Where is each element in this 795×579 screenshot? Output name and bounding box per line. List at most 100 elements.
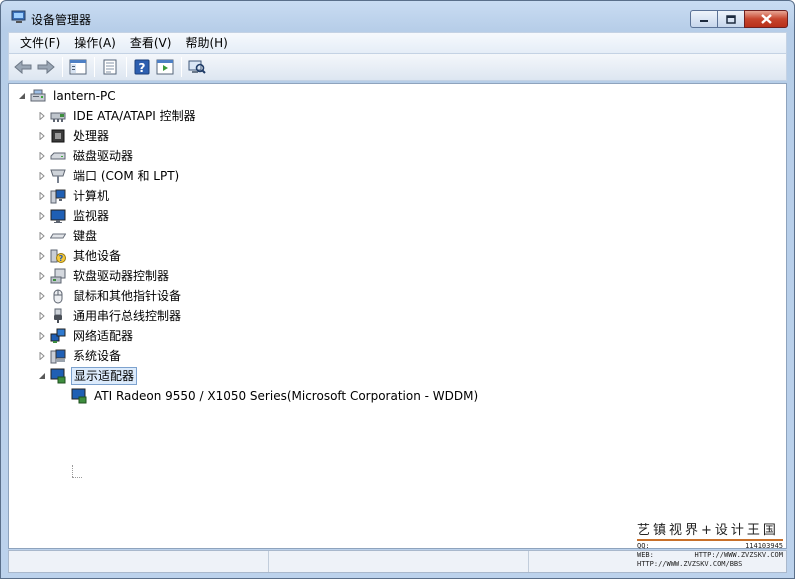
computer-icon: [50, 188, 66, 204]
tree-category[interactable]: IDE ATA/ATAPI 控制器: [37, 106, 198, 126]
tree-category[interactable]: 磁盘驱动器: [37, 146, 135, 166]
expand-arrow-icon[interactable]: [37, 231, 47, 241]
show-hide-console-tree-icon: [69, 59, 87, 75]
category-label: 磁盘驱动器: [73, 149, 134, 163]
expand-arrow-icon[interactable]: [37, 131, 47, 141]
watermark-qq-label: QQ:: [637, 542, 650, 550]
watermark-title: 艺镇视界+设计王国: [637, 523, 779, 538]
window-title: 设备管理器: [31, 13, 92, 27]
watermark-divider: [637, 539, 783, 541]
toolbar-separator: [126, 57, 127, 77]
back-button[interactable]: [12, 56, 34, 78]
menu-action[interactable]: 操作(A): [67, 33, 123, 53]
collapse-arrow-icon[interactable]: [17, 91, 27, 101]
tree-category[interactable]: ? 其他设备: [37, 246, 123, 266]
maximize-button[interactable]: [717, 10, 744, 28]
device-tree[interactable]: lantern-PC IDE ATA/ATAPI 控制器 处理器 磁盘驱动器 端…: [8, 83, 787, 549]
port-icon: [50, 168, 66, 184]
minimize-icon: [700, 20, 708, 22]
minimize-button[interactable]: [690, 10, 717, 28]
watermark-bbs-row: HTTP://WWW.ZVZSKV.COM/BBS: [637, 560, 783, 569]
forward-button[interactable]: [35, 56, 57, 78]
usb-icon: [50, 308, 66, 324]
title-bar[interactable]: 设备管理器: [1, 1, 794, 33]
svg-text:?: ?: [59, 254, 64, 263]
scan-hardware-button[interactable]: [186, 56, 208, 78]
help-button[interactable]: ?: [131, 56, 153, 78]
floppy-controller-icon: [50, 268, 66, 284]
device-manager-app-icon[interactable]: [11, 10, 27, 24]
expand-arrow-icon[interactable]: [37, 191, 47, 201]
tree-category[interactable]: 软盘驱动器控制器: [37, 266, 171, 286]
caption-buttons: [690, 10, 788, 28]
category-label: 键盘: [73, 229, 98, 243]
tree-category[interactable]: 系统设备: [37, 346, 123, 366]
category-label: 鼠标和其他指针设备: [73, 289, 182, 303]
properties-icon: [103, 59, 117, 75]
tree-connector-line: [72, 465, 73, 477]
tree-category-expanded[interactable]: 显示适配器: [37, 366, 138, 386]
action-pane-icon: [156, 59, 174, 75]
action-pane-button[interactable]: [154, 56, 176, 78]
ide-controller-icon: [50, 108, 66, 124]
tree-category[interactable]: 网络适配器: [37, 326, 135, 346]
menu-view[interactable]: 查看(V): [123, 33, 179, 53]
tree-category[interactable]: 鼠标和其他指针设备: [37, 286, 183, 306]
expand-arrow-icon[interactable]: [37, 151, 47, 161]
expand-arrow-icon[interactable]: [37, 291, 47, 301]
expand-arrow-icon[interactable]: [37, 271, 47, 281]
category-label: 通用串行总线控制器: [73, 309, 182, 323]
tree-device[interactable]: ATI Radeon 9550 / X1050 Series(Microsoft…: [71, 386, 480, 406]
display-adapter-icon: [50, 368, 66, 384]
toolbar-separator: [94, 57, 95, 77]
processor-icon: [50, 128, 66, 144]
category-label: 计算机: [73, 189, 110, 203]
collapse-arrow-icon[interactable]: [37, 371, 47, 381]
watermark-web-row: WEB: HTTP://WWW.ZVZSKV.COM: [637, 551, 783, 560]
computer-icon: [30, 88, 46, 104]
expand-arrow-icon[interactable]: [37, 351, 47, 361]
tree-category[interactable]: 监视器: [37, 206, 111, 226]
properties-button[interactable]: [99, 56, 121, 78]
category-label: 软盘驱动器控制器: [73, 269, 170, 283]
close-button[interactable]: [744, 10, 788, 28]
status-cell: [9, 551, 269, 572]
maximize-icon: [726, 14, 736, 24]
tree-category[interactable]: 计算机: [37, 186, 111, 206]
expand-arrow-icon[interactable]: [37, 331, 47, 341]
expand-arrow-icon[interactable]: [37, 111, 47, 121]
computer-name: lantern-PC: [53, 89, 116, 103]
toolbar-separator: [181, 57, 182, 77]
tree-connector-line: [72, 477, 82, 478]
tree-root[interactable]: lantern-PC: [17, 86, 118, 106]
expand-arrow-icon[interactable]: [37, 251, 47, 261]
device-manager-window: 设备管理器 文件(F) 操作(A) 查看(V) 帮助(H) ? lantern-…: [0, 0, 795, 579]
toolbar: ?: [8, 53, 787, 81]
expand-arrow-icon[interactable]: [37, 311, 47, 321]
network-adapter-icon: [50, 328, 66, 344]
status-cell: [269, 551, 529, 572]
help-icon: ?: [134, 59, 150, 75]
watermark-web-value: HTTP://WWW.ZVZSKV.COM: [694, 551, 783, 559]
disk-drive-icon: [50, 148, 66, 164]
close-icon: [760, 14, 772, 24]
expand-arrow-icon[interactable]: [37, 211, 47, 221]
system-device-icon: [50, 348, 66, 364]
menu-file[interactable]: 文件(F): [13, 33, 67, 53]
watermark: 艺镇视界+设计王国 QQ: 114103945 WEB: HTTP://WWW.…: [637, 519, 783, 569]
unknown-device-icon: ?: [50, 248, 66, 264]
watermark-web-label: WEB:: [637, 551, 654, 559]
category-label: 网络适配器: [73, 329, 134, 343]
scan-hardware-icon: [188, 60, 206, 74]
menu-help[interactable]: 帮助(H): [178, 33, 234, 53]
expand-arrow-icon[interactable]: [37, 171, 47, 181]
tree-category[interactable]: 键盘: [37, 226, 99, 246]
tree-category[interactable]: 端口 (COM 和 LPT): [37, 166, 181, 186]
tree-category[interactable]: 处理器: [37, 126, 111, 146]
category-label: 系统设备: [73, 349, 122, 363]
category-label-selected: 显示适配器: [71, 367, 138, 385]
show-hide-console-tree-button[interactable]: [67, 56, 89, 78]
watermark-bbs-value: HTTP://WWW.ZVZSKV.COM/BBS: [637, 560, 743, 568]
toolbar-separator: [62, 57, 63, 77]
tree-category[interactable]: 通用串行总线控制器: [37, 306, 183, 326]
